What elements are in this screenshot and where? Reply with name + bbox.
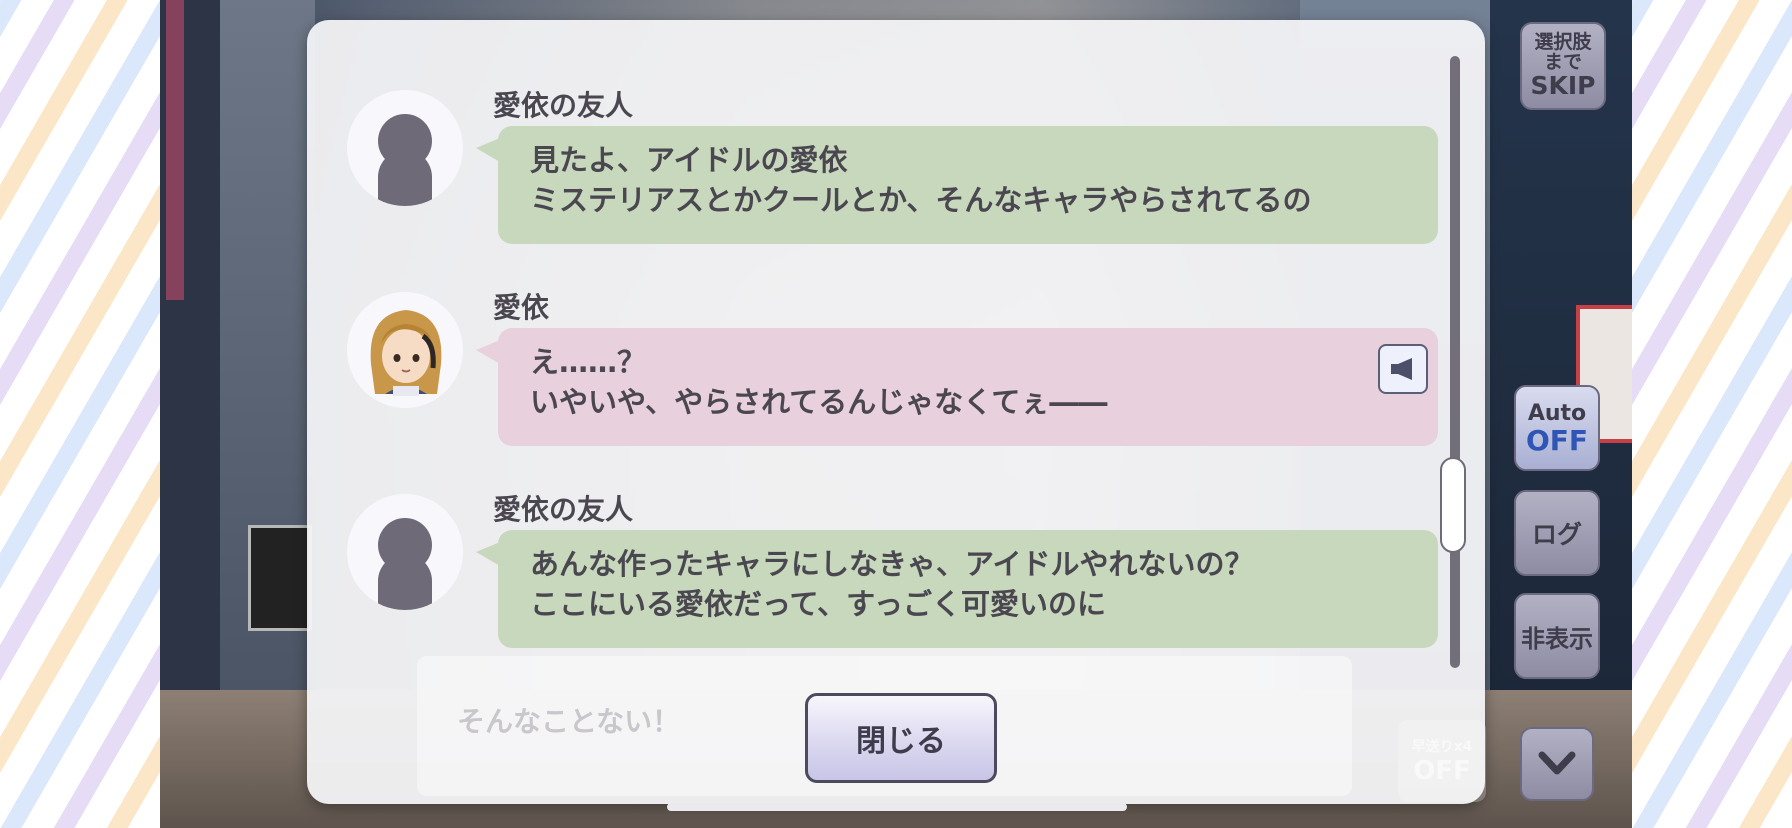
message-line: ここにいる愛依だって、すっごく可愛いのに bbox=[530, 587, 1106, 621]
skip-to-choice-button[interactable]: 選択肢 まで SKIP bbox=[1520, 22, 1606, 110]
skip-line3: SKIP bbox=[1530, 71, 1596, 100]
background-message-text: そんなことない！ bbox=[457, 705, 681, 738]
log-label: ログ bbox=[1531, 520, 1582, 549]
silhouette-avatar bbox=[347, 494, 463, 610]
advance-button[interactable] bbox=[1520, 727, 1594, 801]
log-scrollbar[interactable] bbox=[1450, 56, 1460, 668]
auto-button[interactable]: Auto OFF bbox=[1514, 385, 1600, 471]
speaker-icon bbox=[1391, 358, 1412, 380]
close-label: 閉じる bbox=[856, 724, 946, 759]
message-line: 見たよ、アイドルの愛依 bbox=[530, 143, 848, 177]
message-line: ミステリアスとかクールとか、そんなキャラやらされてるの bbox=[530, 183, 1312, 217]
fast-forward-button[interactable]: 早送りx4 OFF bbox=[1398, 720, 1486, 802]
chevron-down-icon bbox=[1538, 751, 1576, 775]
street-sign bbox=[248, 525, 312, 631]
message-line: え……？ bbox=[530, 345, 647, 379]
message-line: いやいや、やらされてるんじゃなくてぇ―― bbox=[530, 385, 1108, 419]
fast-state: OFF bbox=[1413, 756, 1471, 786]
auto-state: OFF bbox=[1525, 423, 1589, 457]
fast-label: 早送りx4 bbox=[1411, 739, 1473, 755]
home-indicator[interactable] bbox=[667, 803, 1127, 811]
speaker-name: 愛依の友人 bbox=[493, 89, 634, 122]
log-scrollbar-thumb[interactable] bbox=[1440, 457, 1466, 553]
left-decor-panel bbox=[0, 0, 160, 828]
character-portrait bbox=[370, 310, 442, 396]
silhouette-body bbox=[378, 554, 432, 610]
silhouette-body bbox=[378, 150, 432, 206]
voice-replay-button[interactable] bbox=[1378, 344, 1428, 394]
message-bubble: あんな作ったキャラにしなきゃ、アイドルやれないの？ ここにいる愛依だって、すっご… bbox=[476, 530, 1438, 648]
hide-label: 非表示 bbox=[1521, 624, 1593, 653]
speaker-name: 愛依の友人 bbox=[493, 493, 634, 526]
log-button[interactable]: ログ bbox=[1514, 490, 1600, 576]
message-bubble: え……？ いやいや、やらされてるんじゃなくてぇ―― bbox=[476, 328, 1438, 446]
close-button[interactable]: 閉じる bbox=[805, 693, 997, 783]
speaker-name: 愛依 bbox=[493, 291, 550, 324]
hide-ui-button[interactable]: 非表示 bbox=[1514, 593, 1600, 679]
message-bubble: 見たよ、アイドルの愛依 ミステリアスとかクールとか、そんなキャラやらされてるの bbox=[476, 126, 1438, 244]
message-line: あんな作ったキャラにしなきゃ、アイドルやれないの？ bbox=[530, 547, 1254, 581]
skip-line2: まで bbox=[1543, 51, 1582, 73]
auto-label: Auto bbox=[1527, 400, 1587, 426]
silhouette-avatar bbox=[347, 90, 463, 206]
right-decor-panel bbox=[1632, 0, 1792, 828]
chara-avatar bbox=[347, 292, 463, 408]
log-dialog: そんなことない！ 早送りx4 OFF 愛依の友人 見たよ、アイドルの愛依 ミステ… bbox=[307, 20, 1486, 804]
skip-line1: 選択肢 bbox=[1534, 31, 1592, 53]
